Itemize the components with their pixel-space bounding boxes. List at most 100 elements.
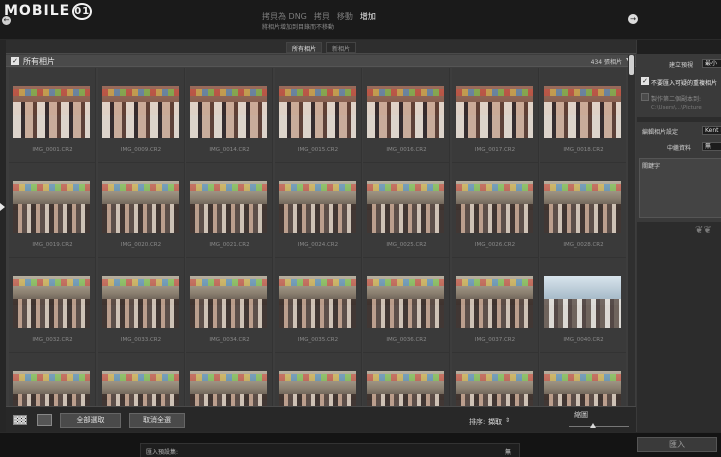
develop-settings-label: 編輯相片設定 bbox=[642, 129, 679, 136]
photo-thumbnail[interactable] bbox=[190, 276, 267, 328]
photo-cell[interactable] bbox=[9, 353, 96, 406]
photo-cell[interactable]: IMG_0021.CR2 bbox=[186, 163, 273, 258]
render-previews-select[interactable]: 最小 bbox=[702, 59, 721, 68]
photo-browser: 所有相片 新相片 ✓ 所有相片 434 張相片 IMG_0001.CR2 IMG_… bbox=[6, 40, 636, 432]
photo-thumbnail[interactable] bbox=[13, 276, 90, 328]
mode-move[interactable]: 移動 bbox=[337, 11, 353, 22]
import-settings-panel: 建立預視 最小 ✓ 不要匯入可疑的重複相片 製作第二個副本到: C:\Users… bbox=[636, 40, 721, 432]
check-all-button[interactable]: 全部選取 bbox=[60, 413, 121, 428]
photo-cell[interactable] bbox=[451, 353, 539, 406]
photo-thumbnail[interactable] bbox=[544, 276, 621, 328]
photo-thumbnail[interactable] bbox=[101, 276, 179, 328]
photo-cell[interactable]: IMG_0019.CR2 bbox=[9, 163, 96, 258]
import-preset-bar[interactable]: 匯入預設集: 無 bbox=[140, 443, 520, 457]
photo-cell[interactable]: IMG_0033.CR2 bbox=[97, 258, 185, 353]
slider-knob[interactable] bbox=[590, 423, 596, 428]
metadata-select[interactable]: 無 bbox=[702, 142, 721, 151]
select-all-checkbox[interactable]: ✓ bbox=[11, 57, 19, 65]
loupe-view-icon[interactable] bbox=[37, 414, 52, 426]
photo-cell[interactable]: IMG_0009.CR2 bbox=[97, 68, 185, 163]
photo-thumbnail[interactable] bbox=[367, 371, 444, 406]
grid-view-icon[interactable] bbox=[13, 415, 27, 425]
photo-cell[interactable]: IMG_0015.CR2 bbox=[274, 68, 362, 163]
thumbnail-size-slider[interactable] bbox=[569, 426, 629, 427]
photo-cell[interactable]: IMG_0032.CR2 bbox=[9, 258, 96, 353]
photo-thumbnail[interactable] bbox=[367, 276, 444, 328]
photo-cell[interactable]: IMG_0025.CR2 bbox=[363, 163, 450, 258]
photo-thumbnail[interactable] bbox=[367, 86, 444, 138]
photo-cell[interactable]: IMG_0020.CR2 bbox=[97, 163, 185, 258]
import-button[interactable]: 匯入 bbox=[637, 437, 717, 452]
photo-cell[interactable]: IMG_0034.CR2 bbox=[186, 258, 273, 353]
dont-import-duplicates-checkbox[interactable]: ✓ bbox=[641, 77, 649, 85]
photo-cell[interactable]: IMG_0028.CR2 bbox=[540, 163, 626, 258]
photo-thumbnail[interactable] bbox=[190, 371, 267, 406]
photo-cell[interactable] bbox=[540, 353, 626, 406]
photo-cell[interactable]: IMG_0037.CR2 bbox=[451, 258, 539, 353]
develop-settings-select[interactable]: Kent L bbox=[702, 126, 721, 135]
photo-thumbnail[interactable] bbox=[455, 181, 533, 233]
photo-filename: IMG_0033.CR2 bbox=[120, 337, 162, 343]
photo-filename: IMG_0017.CR2 bbox=[474, 147, 516, 153]
photo-cell[interactable]: IMG_0026.CR2 bbox=[451, 163, 539, 258]
second-copy-label: 製作第二個副本到: bbox=[651, 96, 702, 103]
photo-thumbnail[interactable] bbox=[367, 181, 444, 233]
second-copy-path[interactable]: C:\Users\...\Picture bbox=[651, 105, 702, 111]
tab-new-photos[interactable]: 新相片 bbox=[326, 42, 357, 53]
photo-thumbnail[interactable] bbox=[101, 371, 179, 406]
photo-thumbnail[interactable] bbox=[13, 371, 90, 406]
expand-left-panel-icon[interactable] bbox=[0, 203, 5, 211]
photo-thumbnail[interactable] bbox=[455, 371, 533, 406]
photo-thumbnail[interactable] bbox=[278, 181, 356, 233]
uncheck-all-button[interactable]: 取消全選 bbox=[129, 413, 185, 428]
photo-thumbnail[interactable] bbox=[13, 181, 90, 233]
photo-thumbnail[interactable] bbox=[13, 86, 90, 138]
tab-all-photos[interactable]: 所有相片 bbox=[285, 42, 322, 53]
photo-filename: IMG_0036.CR2 bbox=[386, 337, 427, 343]
photo-cell[interactable]: IMG_0016.CR2 bbox=[363, 68, 450, 163]
photo-thumbnail[interactable] bbox=[101, 86, 179, 138]
photo-thumbnail[interactable] bbox=[190, 181, 267, 233]
photo-thumbnail[interactable] bbox=[278, 276, 356, 328]
photo-thumbnail[interactable] bbox=[544, 181, 621, 233]
mode-copy-as-dng[interactable]: 拷貝為 DNG bbox=[262, 11, 307, 22]
forward-arrow-icon[interactable]: → bbox=[628, 14, 638, 24]
photo-filename: IMG_0009.CR2 bbox=[120, 147, 162, 153]
photo-thumbnail[interactable] bbox=[455, 86, 533, 138]
photo-thumbnail[interactable] bbox=[544, 371, 621, 406]
photo-cell[interactable]: IMG_0001.CR2 bbox=[9, 68, 96, 163]
photo-filename: IMG_0035.CR2 bbox=[297, 337, 339, 343]
photo-thumbnail[interactable] bbox=[278, 86, 356, 138]
photo-thumbnail[interactable] bbox=[278, 371, 356, 406]
grid-toolbar: 全部選取 取消全選 排序: 擷取 ⇕ 縮圖 bbox=[6, 406, 636, 432]
vertical-scrollbar[interactable] bbox=[628, 55, 635, 406]
photo-cell[interactable]: IMG_0018.CR2 bbox=[540, 68, 626, 163]
photo-cell[interactable]: IMG_0040.CR2 bbox=[540, 258, 626, 353]
photo-thumbnail[interactable] bbox=[190, 86, 267, 138]
photo-filename: IMG_0014.CR2 bbox=[209, 147, 250, 153]
import-mode-tabs: 拷貝為 DNG 拷貝 移動 增加 bbox=[262, 11, 376, 22]
back-arrow-icon[interactable]: ← bbox=[2, 16, 11, 25]
mode-add[interactable]: 增加 bbox=[360, 11, 376, 22]
second-copy-checkbox[interactable] bbox=[641, 93, 649, 101]
scrollbar-thumb[interactable] bbox=[629, 55, 634, 75]
sort-select[interactable]: 擷取 bbox=[488, 417, 502, 427]
bottom-bar: 匯入預設集: 無 匯入 bbox=[0, 432, 721, 457]
photo-thumbnail[interactable] bbox=[455, 276, 533, 328]
sort-chevron-icon[interactable]: ⇕ bbox=[505, 417, 510, 424]
photo-cell[interactable]: IMG_0035.CR2 bbox=[274, 258, 362, 353]
photo-cell[interactable] bbox=[97, 353, 185, 406]
photo-cell[interactable] bbox=[363, 353, 450, 406]
import-preset-select[interactable]: 無 bbox=[505, 447, 511, 456]
photo-filename: IMG_0018.CR2 bbox=[563, 147, 604, 153]
photo-cell[interactable] bbox=[274, 353, 362, 406]
right-panel-header bbox=[637, 40, 721, 54]
photo-cell[interactable]: IMG_0017.CR2 bbox=[451, 68, 539, 163]
photo-cell[interactable]: IMG_0024.CR2 bbox=[274, 163, 362, 258]
photo-cell[interactable]: IMG_0014.CR2 bbox=[186, 68, 273, 163]
mode-copy[interactable]: 拷貝 bbox=[314, 11, 330, 22]
photo-cell[interactable] bbox=[186, 353, 273, 406]
photo-thumbnail[interactable] bbox=[101, 181, 179, 233]
photo-cell[interactable]: IMG_0036.CR2 bbox=[363, 258, 450, 353]
photo-thumbnail[interactable] bbox=[544, 86, 621, 138]
